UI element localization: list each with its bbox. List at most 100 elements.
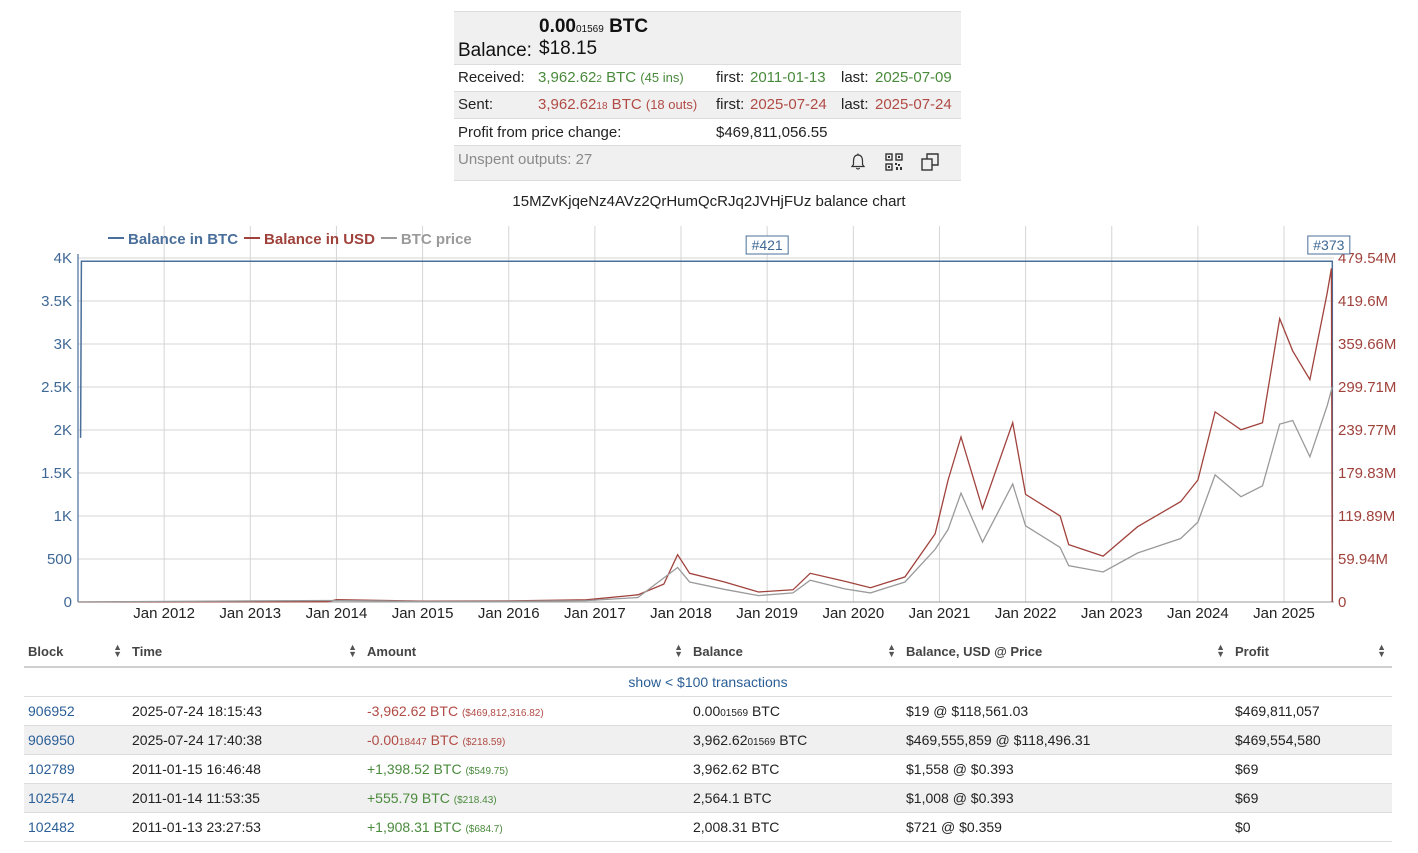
- transactions-table: Block ▲ ▼ Time ▲ ▼ Amount ▲ ▼ Balance ▲ ▼ Balanc…: [24, 636, 1392, 842]
- series-line-balance-in-usd: [77, 268, 1333, 603]
- received-first-label: first:: [716, 69, 745, 86]
- balance-chart[interactable]: 0 0 500 59.94M 1K 119.89M 1.5K 179.83M 2K 239.77M…: [0, 218, 1418, 628]
- tx-amount: +555.79 BTC ($218.43): [363, 783, 689, 813]
- y-right-tick-label: 299.71M: [1338, 379, 1396, 396]
- block-link[interactable]: 906952: [28, 703, 75, 719]
- tx-balance: 2,564.1 BTC: [689, 783, 902, 813]
- sort-icon[interactable]: ▲ ▼: [887, 643, 896, 659]
- tx-balance: 3,962.6201569 BTC: [689, 725, 902, 755]
- received-amount: 3,962.622 BTC (45 ins): [538, 69, 684, 86]
- sent-label: Sent:: [458, 96, 494, 113]
- profit-label: Profit from price change:: [458, 124, 622, 141]
- x-tick-label: Jan 2014: [306, 605, 368, 622]
- sort-icon[interactable]: ▲ ▼: [113, 643, 122, 659]
- profit-row: Profit from price change: $469,811,056.5…: [454, 119, 961, 146]
- table-row: 102789 2011-01-15 16:46:48 +1,398.52 BTC…: [24, 754, 1392, 784]
- tx-balance: 0.0001569 BTC: [689, 696, 902, 726]
- bell-icon[interactable]: [848, 152, 868, 172]
- tx-balance-usd: $1,558 @ $0.393: [902, 754, 1231, 784]
- x-tick-label: Jan 2012: [133, 605, 195, 622]
- tx-amount: -3,962.62 BTC ($469,812,316.82): [363, 696, 689, 726]
- tx-time: 2011-01-15 16:46:48: [128, 754, 363, 784]
- received-row: Received: 3,962.622 BTC (45 ins) first: …: [454, 65, 961, 92]
- event-flag-label: #421: [752, 237, 783, 253]
- block-link[interactable]: 906950: [28, 732, 75, 748]
- sent-first-label: first:: [716, 96, 745, 113]
- legend-item[interactable]: Balance in USD: [264, 231, 375, 248]
- sort-icon[interactable]: ▲ ▼: [674, 643, 683, 659]
- tx-profit: $69: [1231, 754, 1392, 784]
- x-tick-label: Jan 2019: [736, 605, 798, 622]
- y-right-tick-label: 59.94M: [1338, 551, 1388, 568]
- y-right-tick-label: 179.83M: [1338, 465, 1396, 482]
- x-tick-label: Jan 2024: [1167, 605, 1229, 622]
- y-left-tick-label: 2.5K: [41, 379, 72, 396]
- y-left-tick-label: 500: [47, 551, 72, 568]
- x-tick-label: Jan 2018: [650, 605, 712, 622]
- x-tick-label: Jan 2022: [995, 605, 1057, 622]
- column-header-profit[interactable]: Profit ▲ ▼: [1231, 636, 1392, 668]
- unspent-row: Unspent outputs: 27: [454, 146, 961, 181]
- tx-profit: $0: [1231, 812, 1392, 842]
- event-flag-label: #373: [1313, 237, 1344, 253]
- show-small-transactions-link[interactable]: show < $100 transactions: [628, 674, 787, 690]
- table-header-row: Block ▲ ▼ Time ▲ ▼ Amount ▲ ▼ Balance ▲ ▼ Balanc…: [24, 636, 1392, 668]
- qr-code-icon[interactable]: [884, 152, 904, 172]
- block-link[interactable]: 102574: [28, 790, 75, 806]
- column-header-amount[interactable]: Amount ▲ ▼: [363, 636, 689, 668]
- tx-time: 2025-07-24 18:15:43: [128, 696, 363, 726]
- balance-btc: 0.0001569 BTC: [539, 16, 649, 37]
- y-right-tick-label: 0: [1338, 594, 1346, 611]
- table-row: 102574 2011-01-14 11:53:35 +555.79 BTC (…: [24, 783, 1392, 813]
- x-tick-label: Jan 2020: [822, 605, 884, 622]
- x-tick-label: Jan 2025: [1253, 605, 1315, 622]
- show-small-transactions-row: show < $100 transactions: [24, 667, 1392, 697]
- x-tick-label: Jan 2013: [219, 605, 281, 622]
- sent-row: Sent: 3,962.6218 BTC (18 outs) first: 20…: [454, 92, 961, 119]
- y-left-tick-label: 0: [64, 594, 72, 611]
- column-header-time[interactable]: Time ▲ ▼: [128, 636, 363, 668]
- sort-icon[interactable]: ▲ ▼: [1216, 643, 1225, 659]
- tx-time: 2011-01-13 23:27:53: [128, 812, 363, 842]
- tx-balance-usd: $19 @ $118,561.03: [902, 696, 1231, 726]
- y-left-tick-label: 2K: [54, 422, 72, 439]
- received-label: Received:: [458, 69, 525, 86]
- address-summary: 0.0001569 BTC Balance: $18.15 Received: …: [454, 11, 961, 181]
- balance-label: Balance:: [458, 40, 532, 61]
- x-tick-label: Jan 2015: [392, 605, 454, 622]
- received-last-label: last:: [841, 69, 869, 86]
- chart-title: 15MZvKjqeNz4AVz2QrHumQcRJq2JVHjFUz balan…: [512, 193, 906, 210]
- legend-item[interactable]: Balance in BTC: [128, 231, 238, 248]
- tx-time: 2025-07-24 17:40:38: [128, 725, 363, 755]
- tx-balance: 2,008.31 BTC: [689, 812, 902, 842]
- column-header-block[interactable]: Block ▲ ▼: [24, 636, 128, 668]
- received-last-date: 2025-07-09: [875, 69, 952, 86]
- sort-icon[interactable]: ▲ ▼: [348, 643, 357, 659]
- column-header-balance[interactable]: Balance ▲ ▼: [689, 636, 902, 668]
- sent-first-date: 2025-07-24: [750, 96, 827, 113]
- balance-row: 0.0001569 BTC Balance: $18.15: [454, 12, 961, 65]
- tx-amount: +1,908.31 BTC ($684.7): [363, 812, 689, 842]
- copy-icon[interactable]: [920, 152, 940, 172]
- y-right-tick-label: 359.66M: [1338, 336, 1396, 353]
- series-line-btc-price: [77, 386, 1333, 603]
- column-header-balance-usd[interactable]: Balance, USD @ Price ▲ ▼: [902, 636, 1231, 668]
- received-first-date: 2011-01-13: [750, 69, 826, 86]
- tx-balance-usd: $1,008 @ $0.393: [902, 783, 1231, 813]
- block-link[interactable]: 102482: [28, 819, 75, 835]
- tx-profit: $69: [1231, 783, 1392, 813]
- x-tick-label: Jan 2023: [1081, 605, 1143, 622]
- unspent-outputs[interactable]: Unspent outputs: 27: [458, 151, 592, 168]
- profit-value: $469,811,056.55: [716, 124, 828, 141]
- y-left-tick-label: 3.5K: [41, 293, 72, 310]
- x-tick-label: Jan 2017: [564, 605, 626, 622]
- block-link[interactable]: 102789: [28, 761, 75, 777]
- sort-icon[interactable]: ▲ ▼: [1377, 643, 1386, 659]
- tx-amount: +1,398.52 BTC ($549.75): [363, 754, 689, 784]
- x-tick-label: Jan 2016: [478, 605, 540, 622]
- y-left-tick-label: 3K: [54, 336, 72, 353]
- sent-last-date: 2025-07-24: [875, 96, 952, 113]
- y-left-tick-label: 4K: [54, 250, 72, 267]
- table-row: 906952 2025-07-24 18:15:43 -3,962.62 BTC…: [24, 696, 1392, 726]
- legend-item[interactable]: BTC price: [401, 231, 472, 248]
